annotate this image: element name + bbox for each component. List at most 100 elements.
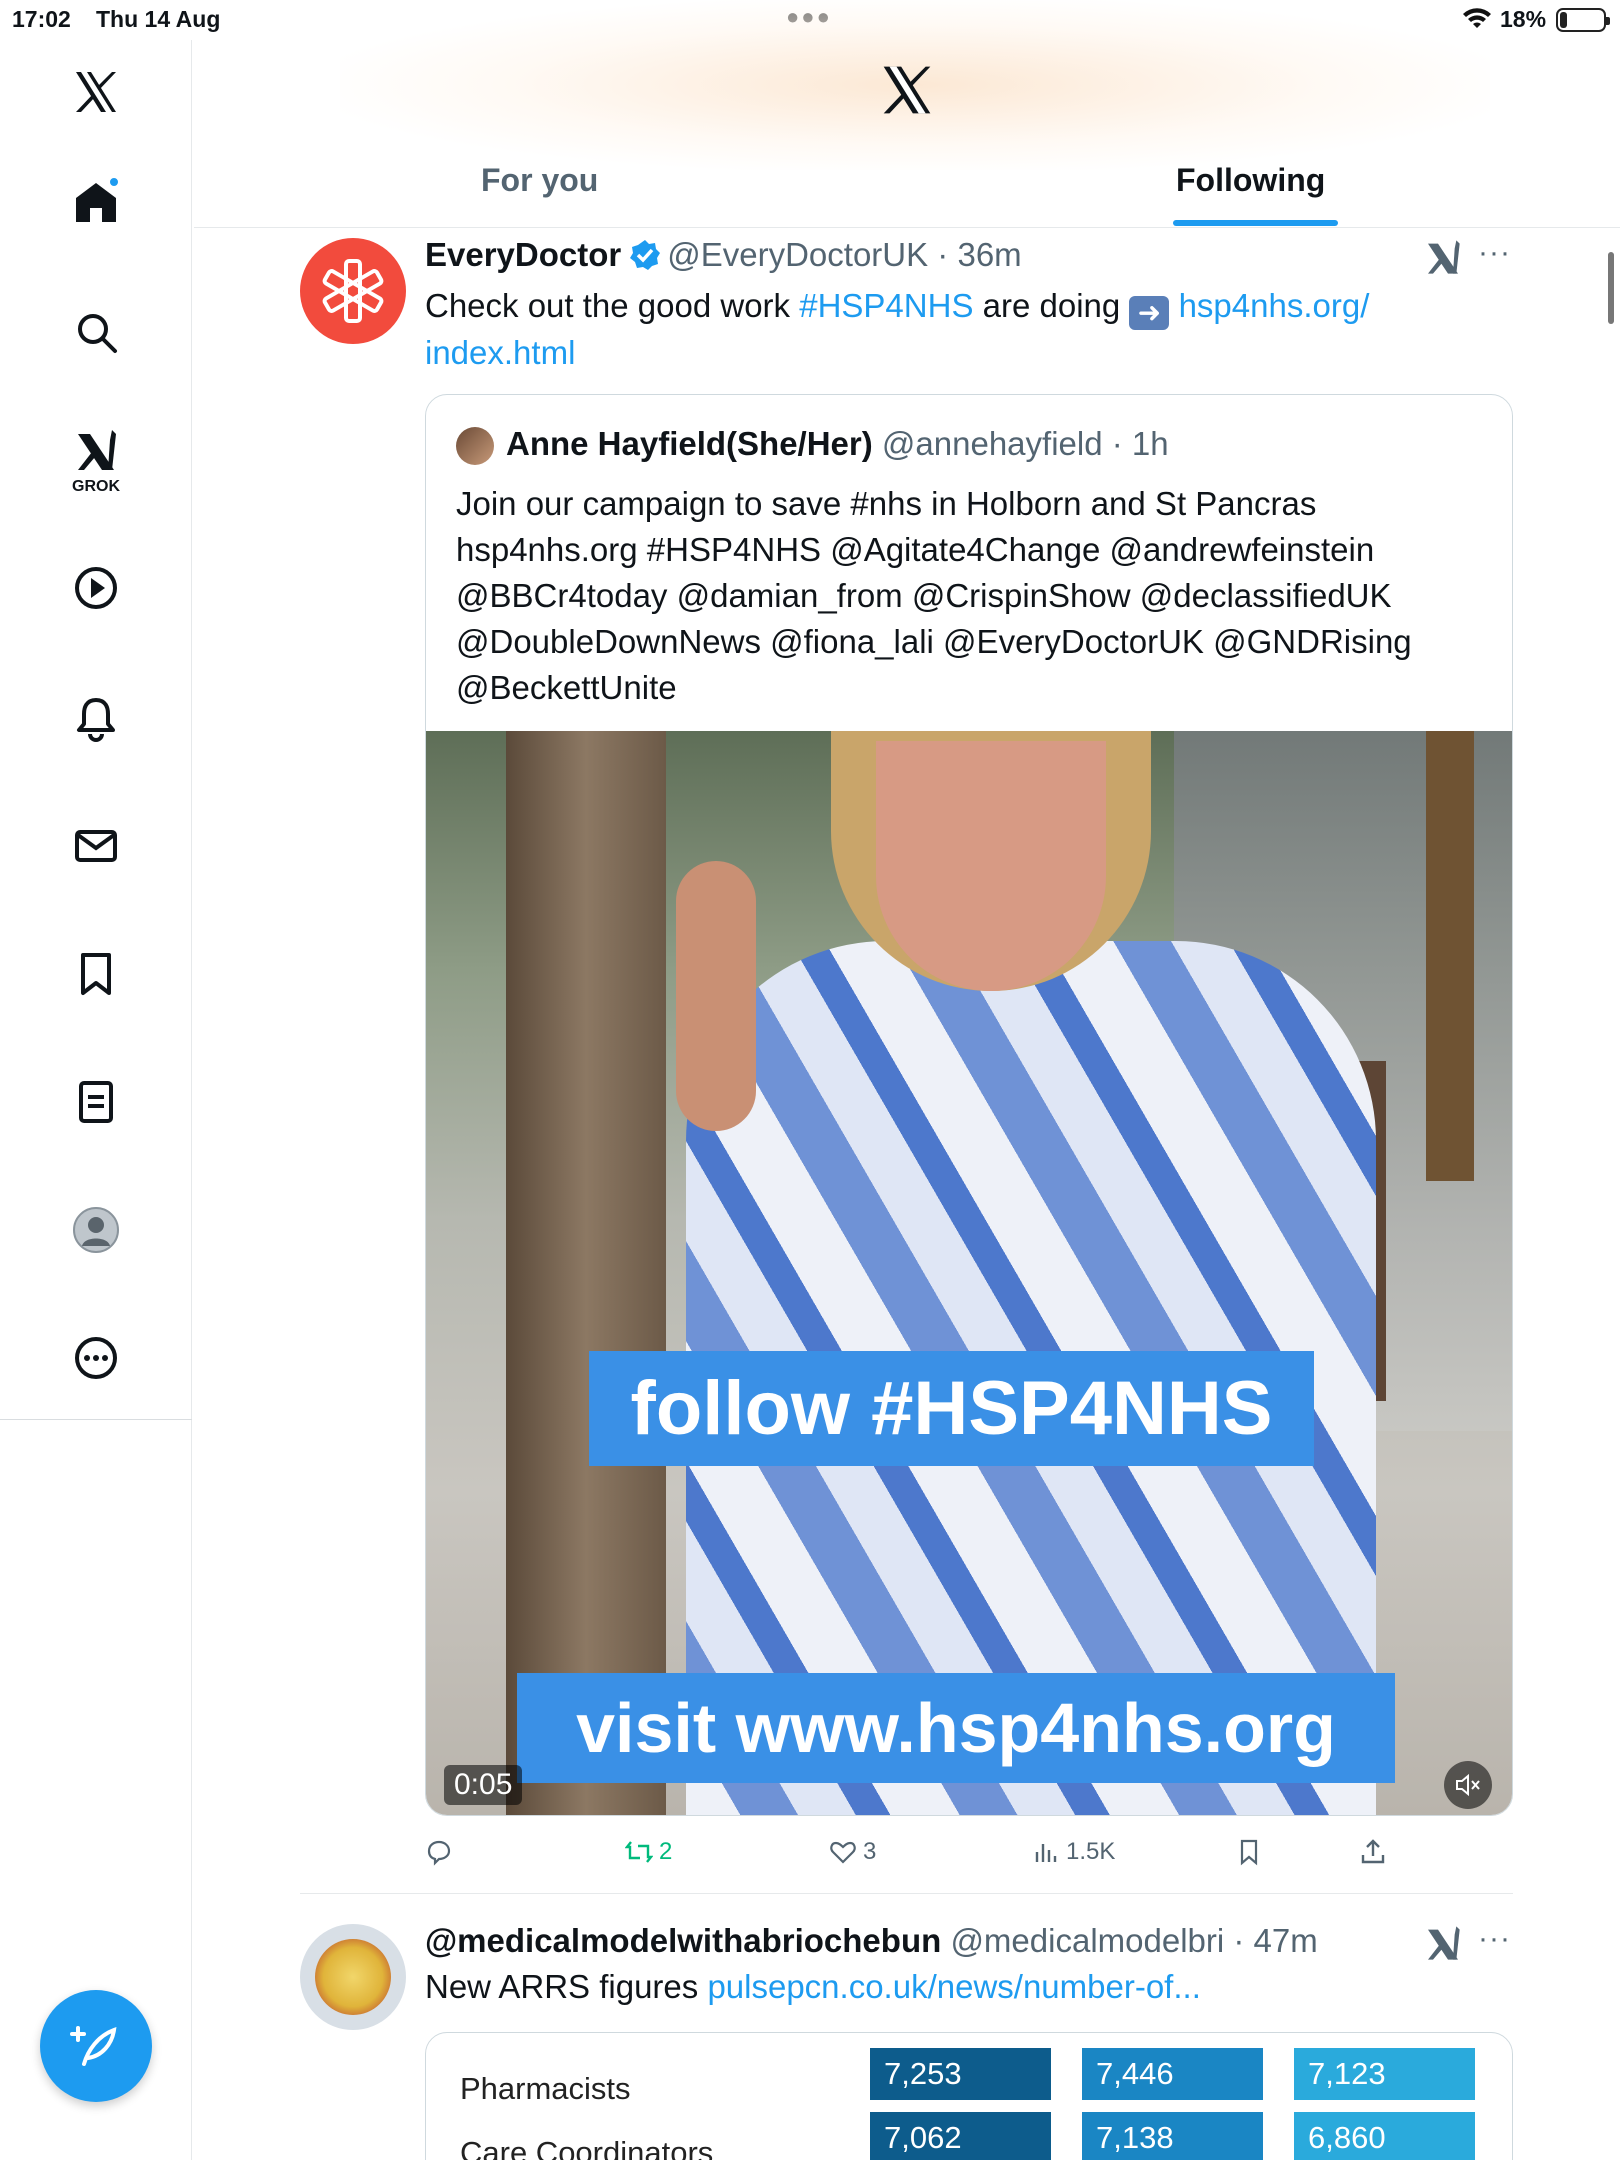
tweet-text: New ARRS figures pulsepcn.co.uk/news/num…: [425, 1968, 1201, 2006]
tweet-header: @medicalmodelwithabriochebun @medicalmod…: [425, 1922, 1318, 1960]
tweet-text-part: are doing: [973, 287, 1130, 324]
quoted-text-line: hsp4nhs.org #HSP4NHS @Agitate4Change @an…: [456, 531, 1375, 568]
video-caption-banner: follow #HSP4NHS: [589, 1351, 1314, 1466]
verified-badge-icon: [630, 240, 661, 270]
grok-label: GROK: [72, 478, 120, 495]
tweet-text-part: Check out the good work: [425, 287, 800, 324]
bookmark-button[interactable]: [1235, 1830, 1269, 1874]
reply-button[interactable]: [425, 1830, 459, 1874]
retweet-count: 2: [659, 1838, 673, 1865]
tweet-actions: 2 3 1.5K: [425, 1830, 1435, 1874]
like-button[interactable]: 3: [829, 1830, 876, 1874]
quoted-text-line: @DoubleDownNews @fiona_lali @EveryDoctor…: [456, 623, 1412, 660]
heart-icon: [830, 1841, 856, 1864]
battery-icon: [1556, 8, 1610, 32]
medical-asterisk-icon: [322, 259, 384, 323]
video-caption-banner: visit www.hsp4nhs.org: [517, 1673, 1395, 1783]
like-count: 3: [863, 1838, 877, 1865]
video-person-face: [876, 741, 1106, 991]
more-options-icon[interactable]: ···: [1478, 1922, 1511, 1956]
status-time: 17:02: [12, 6, 71, 32]
timeline-tabs: For you Following: [194, 140, 1620, 228]
views-chart-icon: [1035, 1844, 1057, 1862]
quoted-text-line: @BeckettUnite: [456, 669, 677, 706]
everydoctor-avatar[interactable]: [300, 238, 406, 344]
x-logo-icon[interactable]: [66, 62, 126, 122]
battery-percent: 18%: [1500, 6, 1547, 32]
table-cell: 7,253: [870, 2048, 1051, 2100]
medicalmodel-avatar[interactable]: [300, 1924, 406, 2030]
tweet-header: EveryDoctor @EveryDoctorUK · 36m: [425, 236, 1022, 274]
mute-button[interactable]: [1444, 1761, 1492, 1809]
bookmark-icon: [1240, 1839, 1258, 1866]
quoted-author-name[interactable]: Anne Hayfield(She/Her): [506, 425, 873, 462]
profile-avatar-icon[interactable]: [66, 1200, 126, 1260]
quoted-author-avatar[interactable]: [456, 427, 494, 465]
gmc-logo-image: [315, 1939, 391, 2015]
mail-icon[interactable]: [66, 816, 126, 876]
sidebar-divider: [0, 1419, 192, 1420]
video-play-icon[interactable]: [66, 558, 126, 618]
quoted-tweet-time[interactable]: 1h: [1132, 425, 1169, 462]
bell-icon[interactable]: [66, 688, 126, 748]
quoted-tweet-header: Anne Hayfield(She/Her) @annehayfield · 1…: [506, 425, 1169, 463]
x-logo-icon[interactable]: [878, 62, 936, 118]
quoted-text-line: @BBCr4today @damian_from @CrispinShow @d…: [456, 577, 1392, 614]
grok-icon[interactable]: [66, 420, 126, 480]
video-person-arm: [676, 861, 756, 1131]
tweet-url-link[interactable]: pulsepcn.co.uk/news/number-of...: [707, 1968, 1200, 2005]
author-handle[interactable]: @medicalmodelbri: [950, 1922, 1224, 1959]
attached-image-table[interactable]: Pharmacists 7,253 7,446 7,123 Care Coord…: [425, 2032, 1513, 2160]
author-handle[interactable]: @EveryDoctorUK: [667, 236, 928, 273]
more-options-icon[interactable]: [66, 1328, 126, 1388]
scrollbar[interactable]: [1608, 252, 1614, 324]
home-icon[interactable]: [66, 172, 126, 232]
views-button[interactable]: 1.5K: [1032, 1830, 1115, 1874]
author-name[interactable]: EveryDoctor: [425, 236, 621, 273]
right-arrow-emoji-icon: ➜: [1129, 296, 1170, 330]
table-row-label: Pharmacists: [460, 2071, 631, 2106]
video-tree-trunk: [506, 731, 666, 1815]
quoted-text-line: Join our campaign to save #nhs in Holbor…: [456, 485, 1317, 522]
table-cell: 7,138: [1082, 2112, 1263, 2160]
status-date: Thu 14 Aug: [96, 6, 221, 32]
notification-dot: [108, 176, 120, 188]
more-options-icon[interactable]: ···: [1478, 236, 1511, 270]
table-cell: 7,123: [1294, 2048, 1475, 2100]
retweet-icon: [625, 1841, 653, 1863]
quoted-author-handle[interactable]: @annehayfield: [882, 425, 1103, 462]
sidebar: GROK: [0, 40, 192, 2160]
tweet-time[interactable]: 36m: [957, 236, 1021, 273]
table-cell: 7,446: [1082, 2048, 1263, 2100]
table-row-label: Care Coordinators: [460, 2135, 714, 2160]
meta-separator: ·: [1224, 1922, 1254, 1959]
video-pole: [1426, 731, 1474, 1181]
meta-separator: ·: [928, 236, 958, 273]
tweet-divider: [300, 1893, 1513, 1894]
hashtag-link[interactable]: #HSP4NHS: [799, 287, 973, 324]
lists-icon[interactable]: [66, 1072, 126, 1132]
video-player[interactable]: follow #HSP4NHS visit www.hsp4nhs.org 0:…: [426, 731, 1512, 1815]
retweet-button[interactable]: 2: [625, 1830, 672, 1874]
share-upload-icon: [1361, 1839, 1385, 1864]
compose-post-button[interactable]: [40, 1990, 152, 2102]
tab-following[interactable]: Following: [1176, 162, 1325, 199]
quoted-tweet-text: Join our campaign to save #nhs in Holbor…: [456, 481, 1496, 711]
reply-icon: [427, 1840, 451, 1866]
meta-separator: ·: [1102, 425, 1132, 462]
author-name[interactable]: @medicalmodelwithabriochebun: [425, 1922, 941, 1959]
table-cell: 6,860: [1294, 2112, 1475, 2160]
share-button[interactable]: [1359, 1830, 1393, 1874]
quoted-tweet-card[interactable]: Anne Hayfield(She/Her) @annehayfield · 1…: [425, 394, 1513, 1816]
view-count: 1.5K: [1066, 1838, 1116, 1865]
speaker-muted-icon: [1456, 1773, 1480, 1797]
tweet-time[interactable]: 47m: [1254, 1922, 1318, 1959]
grok-icon[interactable]: [1423, 237, 1463, 277]
table-cell: 7,062: [870, 2112, 1051, 2160]
search-icon[interactable]: [66, 302, 126, 362]
grok-icon[interactable]: [1423, 1923, 1463, 1963]
tweet-text: Check out the good work #HSP4NHS are doi…: [425, 283, 1435, 376]
tab-for-you[interactable]: For you: [481, 162, 598, 199]
tweet-text-part: New ARRS figures: [425, 1968, 708, 2005]
bookmark-icon[interactable]: [66, 944, 126, 1004]
